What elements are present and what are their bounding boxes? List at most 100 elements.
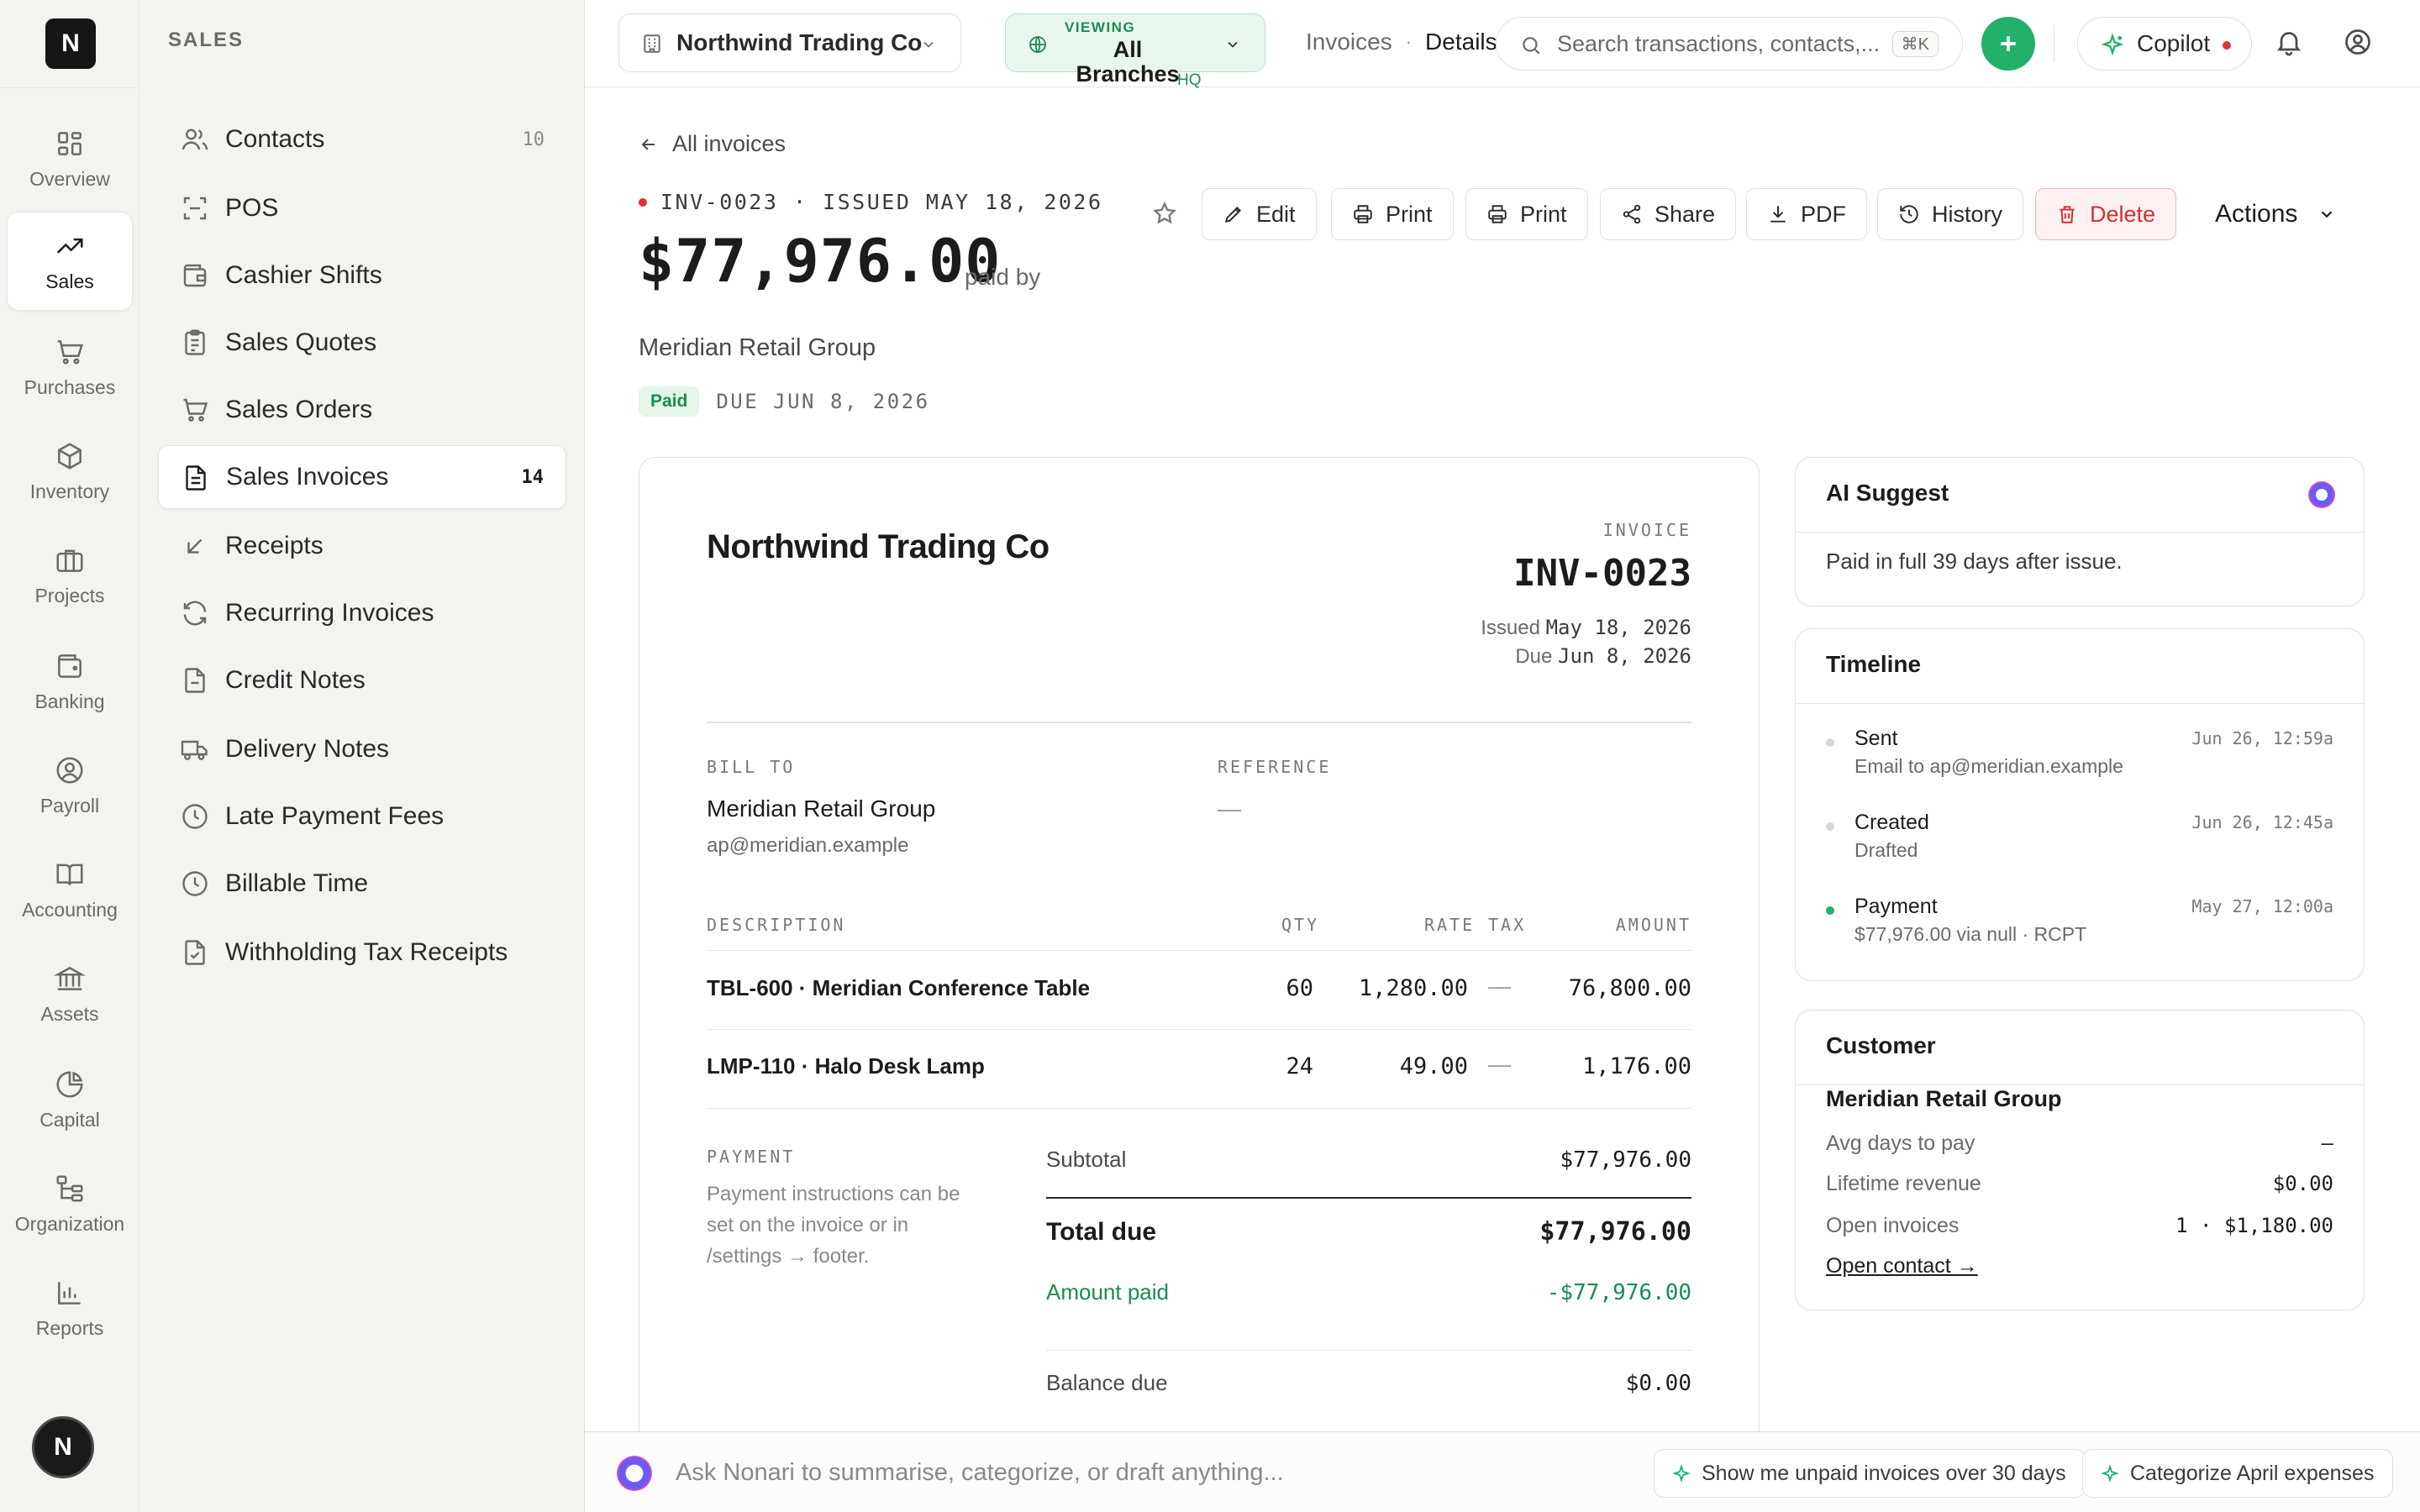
primary-rail: N Overview Sales Purchases Inventory Pro… bbox=[0, 0, 139, 1512]
rail-item-inventory[interactable]: Inventory bbox=[7, 422, 133, 521]
search-placeholder: Search transactions, contacts,... bbox=[1557, 30, 1881, 56]
pdf-button[interactable]: PDF bbox=[1746, 188, 1867, 240]
suggestion-chip-categorize[interactable]: Categorize April expenses bbox=[2082, 1449, 2394, 1498]
sparkle-icon bbox=[2101, 33, 2124, 56]
organization-select[interactable]: Northwind Trading Co bbox=[618, 13, 961, 72]
totals-divider bbox=[1046, 1350, 1691, 1351]
rail-item-overview[interactable]: Overview bbox=[7, 109, 133, 208]
subnav-item-recurring-invoices[interactable]: Recurring Invoices bbox=[158, 581, 566, 645]
organization-name: Northwind Trading Co bbox=[676, 29, 923, 55]
print-button[interactable]: Print bbox=[1331, 188, 1454, 240]
rail-item-projects[interactable]: Projects bbox=[7, 526, 133, 625]
balance-due-label: Balance due bbox=[1046, 1370, 1168, 1395]
print-alt-button[interactable]: Print bbox=[1465, 188, 1588, 240]
subnav-item-receipts[interactable]: Receipts bbox=[158, 514, 566, 578]
rail-item-sales[interactable]: Sales bbox=[7, 212, 133, 311]
rail-item-payroll[interactable]: Payroll bbox=[7, 736, 133, 835]
copilot-button[interactable]: Copilot bbox=[2077, 17, 2252, 71]
avg-days-value: — bbox=[2321, 1131, 2333, 1155]
app-logo[interactable]: N bbox=[45, 18, 96, 69]
line-rate: 1,280.00 bbox=[1358, 975, 1468, 1001]
subtotal-value: $77,976.00 bbox=[1560, 1147, 1691, 1173]
subnav-item-contacts[interactable]: Contacts 10 bbox=[158, 108, 566, 171]
grid-icon bbox=[58, 131, 82, 155]
open-invoices-value: 1 · $1,180.00 bbox=[2175, 1214, 2333, 1237]
book-icon bbox=[56, 864, 83, 885]
delete-button[interactable]: Delete bbox=[2035, 188, 2177, 240]
subnav-label: Billable Time bbox=[225, 869, 369, 897]
subnav-item-billable-time[interactable]: Billable Time bbox=[158, 852, 566, 916]
user-avatar[interactable]: N bbox=[32, 1416, 94, 1478]
rail-item-banking[interactable]: Banking bbox=[7, 632, 133, 731]
pdf-label: PDF bbox=[1801, 201, 1846, 227]
sparkle-icon bbox=[1672, 1464, 1691, 1483]
rail-item-purchases[interactable]: Purchases bbox=[7, 318, 133, 417]
share-icon bbox=[1623, 204, 1641, 224]
totals-divider bbox=[1046, 1197, 1691, 1199]
event-date: May 27, 12:00a bbox=[2191, 896, 2333, 916]
rail-label: Banking bbox=[34, 690, 105, 712]
rail-item-organization[interactable]: Organization bbox=[7, 1154, 133, 1253]
timeline-title: Timeline bbox=[1826, 651, 1922, 677]
org-tree-icon bbox=[56, 1174, 83, 1202]
rail-label: Projects bbox=[34, 584, 105, 606]
amount-paid-value: -$77,976.00 bbox=[1546, 1279, 1691, 1305]
open-contact-link[interactable]: Open contact → bbox=[1826, 1254, 1978, 1278]
subnav-item-credit-notes[interactable]: Credit Notes bbox=[158, 648, 566, 712]
create-new-button[interactable] bbox=[1981, 17, 2035, 71]
pie-icon bbox=[56, 1070, 83, 1097]
suggestion-chip-unpaid[interactable]: Show me unpaid invoices over 30 days bbox=[1654, 1449, 2086, 1498]
rail-item-assets[interactable]: Assets bbox=[7, 944, 133, 1043]
lifetime-revenue-value: $0.00 bbox=[2272, 1172, 2333, 1195]
breadcrumb-invoices[interactable]: Invoices bbox=[1306, 29, 1392, 55]
bell-icon[interactable] bbox=[2274, 27, 2304, 57]
subnav-item-delivery-notes[interactable]: Delivery Notes bbox=[158, 717, 566, 781]
history-button[interactable]: History bbox=[1877, 188, 2024, 240]
subnav-item-late-payment-fees[interactable]: Late Payment Fees bbox=[158, 785, 566, 848]
subnav-label: Sales Invoices bbox=[226, 463, 389, 491]
subnav-item-sales-quotes[interactable]: Sales Quotes bbox=[158, 311, 566, 375]
line-description: TBL-600 · Meridian Conference Table bbox=[707, 975, 1091, 1000]
star-icon[interactable] bbox=[1151, 200, 1178, 227]
global-search-input[interactable]: Search transactions, contacts,... ⌘K bbox=[1496, 17, 1963, 71]
due-date-label: DUE JUN 8, 2026 bbox=[716, 390, 930, 413]
clipboard-icon bbox=[185, 329, 205, 355]
invoice-document: Northwind Trading Co INVOICE INV-0023 Is… bbox=[639, 457, 1760, 1465]
invoice-meta-text: INV-0023 · ISSUED MAY 18, 2026 bbox=[660, 190, 1103, 214]
bank-icon bbox=[54, 966, 86, 990]
top-bar: Northwind Trading Co VIEWING All Branche… bbox=[585, 0, 2420, 89]
subnav-item-sales-invoices[interactable]: Sales Invoices 14 bbox=[158, 445, 566, 509]
rail-divider bbox=[0, 87, 139, 88]
column-header-qty: QTY bbox=[1281, 915, 1320, 935]
invoice-customer[interactable]: Meridian Retail Group bbox=[639, 334, 876, 362]
account-icon[interactable] bbox=[2343, 27, 2373, 57]
invoice-divider bbox=[707, 722, 1691, 723]
actions-label: Actions bbox=[2215, 200, 2298, 228]
lifetime-revenue-row: Lifetime revenue $0.00 bbox=[1826, 1167, 2333, 1200]
column-header-description: DESCRIPTION bbox=[707, 915, 846, 935]
back-to-invoices-link[interactable]: All invoices bbox=[639, 131, 786, 157]
branch-select[interactable]: VIEWING All Branches HQ bbox=[1005, 13, 1265, 89]
subnav-item-sales-orders[interactable]: Sales Orders bbox=[158, 378, 566, 442]
rail-item-capital[interactable]: Capital bbox=[7, 1050, 133, 1149]
actions-menu-button[interactable]: Actions bbox=[2215, 200, 2336, 228]
subnav-item-cashier-shifts[interactable]: Cashier Shifts bbox=[158, 244, 566, 307]
rail-item-reports[interactable]: Reports bbox=[7, 1258, 133, 1357]
subnav-item-pos[interactable]: POS bbox=[158, 176, 566, 240]
avg-days-row: Avg days to pay — bbox=[1826, 1126, 2333, 1160]
rail-label: Assets bbox=[40, 1002, 99, 1025]
share-button[interactable]: Share bbox=[1600, 188, 1737, 240]
timeline-dot bbox=[1826, 738, 1834, 747]
chevron-down-icon bbox=[1228, 41, 1238, 48]
event-title: Payment bbox=[1854, 895, 1938, 918]
timeline-event: Sent Email to ap@meridian.example Jun 26… bbox=[1826, 723, 2333, 799]
sales-subnav: SALES Contacts 10 POS Cashier Shifts Sal… bbox=[139, 0, 585, 1512]
edit-button[interactable]: Edit bbox=[1202, 188, 1317, 240]
subnav-label: Recurring Invoices bbox=[225, 599, 434, 627]
history-icon bbox=[1900, 205, 1918, 223]
line-amount: 1,176.00 bbox=[1581, 1053, 1691, 1079]
rail-item-accounting[interactable]: Accounting bbox=[7, 840, 133, 939]
subtotal-label: Subtotal bbox=[1046, 1147, 1127, 1172]
subnav-item-withholding-tax-receipts[interactable]: Withholding Tax Receipts bbox=[158, 921, 566, 984]
assistant-input[interactable]: Ask Nonari to summarise, categorize, or … bbox=[676, 1459, 1284, 1487]
